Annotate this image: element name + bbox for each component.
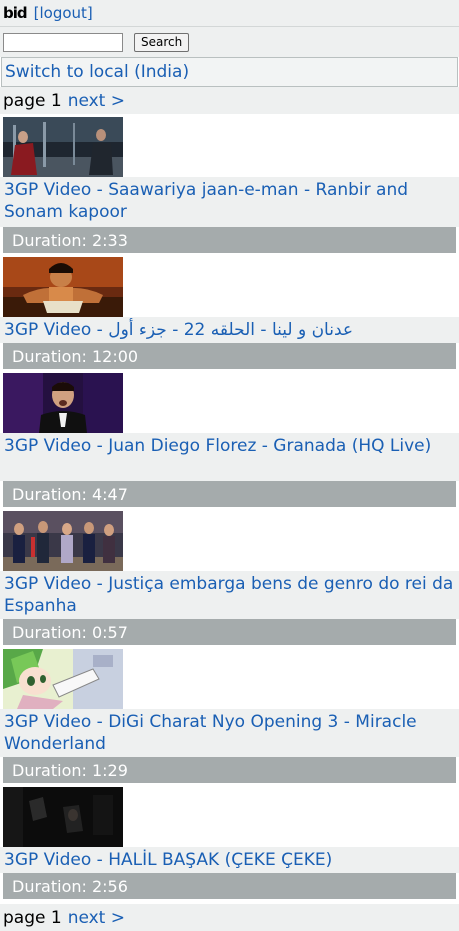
video-title-link[interactable]: 3GP Video - عدنان و لينا - الحلقه 22 - ج… (0, 317, 459, 343)
video-item: 3GP Video - Justiça embarga bens de genr… (0, 511, 459, 645)
duration-badge: Duration: 1:29 (3, 757, 456, 783)
video-thumbnail[interactable] (3, 117, 123, 177)
video-thumbnail[interactable] (3, 373, 123, 433)
search-input[interactable] (3, 32, 123, 52)
video-title-link[interactable]: 3GP Video - HALİL BAŞAK (ÇEKE ÇEKE) (0, 847, 459, 873)
video-title-link[interactable]: 3GP Video - Justiça embarga bens de genr… (0, 571, 459, 619)
search-button[interactable]: Search (134, 32, 190, 52)
logout-link[interactable]: [logout] (34, 4, 93, 22)
duration-badge: Duration: 4:47 (3, 481, 456, 507)
video-item: 3GP Video - Saawariya jaan-e-man - Ranbi… (0, 117, 459, 253)
next-page-link[interactable]: next > (68, 91, 125, 111)
video-item: 3GP Video - HALİL BAŞAK (ÇEKE ÇEKE) Dura… (0, 787, 459, 899)
duration-badge: Duration: 0:57 (3, 619, 456, 645)
pager-bottom: page 1 next > (0, 904, 459, 931)
duration-badge: Duration: 12:00 (3, 343, 456, 369)
page-indicator: page 1 (3, 90, 62, 111)
video-title-link[interactable]: 3GP Video - Saawariya jaan-e-man - Ranbi… (0, 177, 459, 227)
video-title-link[interactable]: 3GP Video - Juan Diego Florez - Granada … (0, 433, 459, 481)
top-bar: bid [logout] (0, 0, 459, 26)
pager-top: page 1 next > (0, 87, 459, 114)
switch-region-box: Switch to local (India) (1, 57, 458, 87)
video-item: 3GP Video - DiGi Charat Nyo Opening 3 - … (0, 649, 459, 783)
video-thumbnail[interactable] (3, 787, 123, 847)
video-thumbnail[interactable] (3, 649, 123, 709)
duration-badge: Duration: 2:33 (3, 227, 456, 253)
video-item: 3GP Video - Juan Diego Florez - Granada … (0, 373, 459, 507)
site-logo[interactable]: bid (3, 4, 28, 22)
search-bar: Search (0, 26, 459, 57)
duration-badge: Duration: 2:56 (3, 873, 456, 899)
video-thumbnail[interactable] (3, 511, 123, 571)
switch-to-local-link[interactable]: Switch to local (India) (5, 62, 189, 82)
page-indicator: page 1 (3, 907, 62, 928)
video-item: 3GP Video - عدنان و لينا - الحلقه 22 - ج… (0, 257, 459, 369)
next-page-link[interactable]: next > (68, 908, 125, 928)
video-title-link[interactable]: 3GP Video - DiGi Charat Nyo Opening 3 - … (0, 709, 459, 757)
video-thumbnail[interactable] (3, 257, 123, 317)
